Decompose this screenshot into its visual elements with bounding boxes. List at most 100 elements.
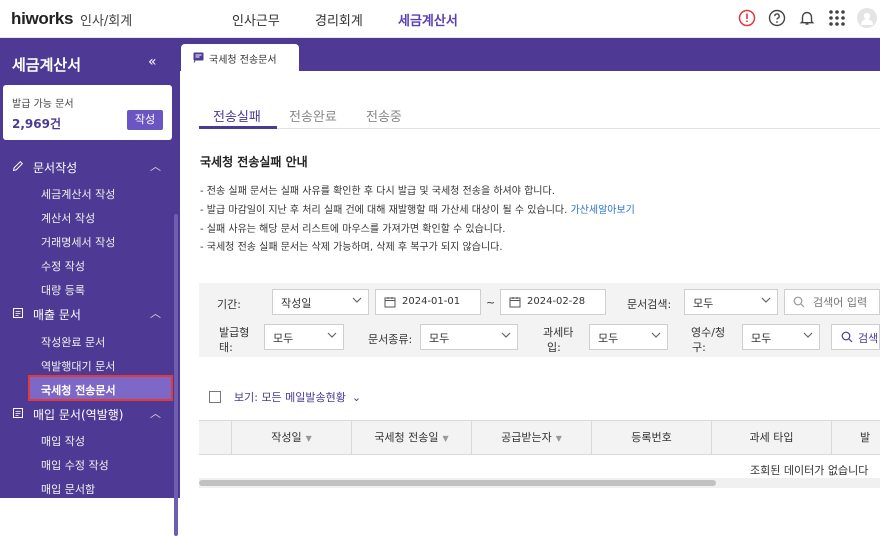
issuable-docs-count: 2,969건 xyxy=(12,117,61,131)
penalty-tax-link[interactable]: 가산세알아보기 xyxy=(570,205,634,216)
column-header-label: 등록번호 xyxy=(631,431,672,444)
search-icon xyxy=(793,296,805,308)
period-type-select[interactable]: 작성일 xyxy=(272,289,369,315)
view-selector[interactable]: 보기: 모든 메일발송현황 ⌄ xyxy=(234,389,361,405)
sidebar-item-nts-sent-docs[interactable]: 국세청 전송문서 xyxy=(28,375,173,401)
sidebar-item-tax-invoice-write[interactable]: 세금계산서 작성 xyxy=(41,186,115,202)
guide-title: 국세청 전송실패 안내 xyxy=(200,155,308,169)
chevron-down-icon xyxy=(327,332,337,338)
logo[interactable]: hiworks xyxy=(11,9,73,29)
search-button-label: 검색 xyxy=(858,332,879,345)
sidebar-title: 세금계산서 xyxy=(12,56,82,74)
document-icon xyxy=(13,408,23,418)
issue-type-label: 발급형 xyxy=(219,326,250,339)
guide-line: - 전송 실패 문서는 실패 사유를 확인한 후 다시 발급 및 국세청 전송을… xyxy=(200,186,555,197)
page-tab-label: 국세청 전송문서 xyxy=(209,55,277,66)
nav-item-hr[interactable]: 인사근무 xyxy=(232,10,280,29)
issuable-docs-label: 발급 가능 문서 xyxy=(12,99,74,110)
tab-send-complete[interactable]: 전송완료 xyxy=(289,106,337,125)
chevron-down-icon: ⌄ xyxy=(351,391,362,404)
write-button[interactable]: 작성 xyxy=(127,110,163,130)
avatar[interactable] xyxy=(857,8,877,28)
chevron-up-icon: ︿ xyxy=(150,307,161,320)
empty-table-message: 조회된 데이터가 없습니다 xyxy=(750,464,869,477)
nav-item-tax-invoice[interactable]: 세금계산서 xyxy=(398,10,458,29)
column-header-label: 작성일 xyxy=(271,431,302,444)
sidebar-item-statement-write[interactable]: 거래명세서 작성 xyxy=(41,234,115,250)
bell-icon[interactable] xyxy=(798,9,816,27)
search-icon xyxy=(841,331,853,343)
nav-item-accounting[interactable]: 경리회계 xyxy=(315,10,363,29)
horizontal-scrollbar[interactable] xyxy=(199,478,880,488)
doc-search-select[interactable]: 모두 xyxy=(684,289,778,315)
doc-kind-select[interactable]: 모두 xyxy=(420,324,518,350)
column-header-issue: 발 xyxy=(831,421,880,454)
apps-grid-icon[interactable] xyxy=(828,9,846,27)
sidebar-item-bulk-register[interactable]: 대량 등록 xyxy=(41,282,85,298)
page-tab-nts-sent-docs[interactable]: 국세청 전송문서 xyxy=(181,44,299,71)
date-separator: ~ xyxy=(486,296,496,309)
view-selector-label: 보기: 모든 메일발송현황 xyxy=(234,391,346,404)
receipt-label-2: 구: xyxy=(692,341,706,354)
doc-search-value: 모두 xyxy=(693,297,714,310)
scrollbar-thumb[interactable] xyxy=(199,480,716,486)
sidebar-item-purchase-write[interactable]: 매입 작성 xyxy=(41,433,85,449)
chevron-down-icon xyxy=(803,332,813,338)
document-icon xyxy=(193,52,204,63)
sidebar-section-write[interactable]: 문서작성 ︿ xyxy=(0,156,180,178)
search-button[interactable]: 검색 xyxy=(831,324,880,350)
issue-type-label-2: 태: xyxy=(219,341,233,354)
chevron-up-icon: ︿ xyxy=(150,160,161,173)
column-header-nts-sent-date[interactable]: 국세청 전송일 ▼ xyxy=(351,421,471,454)
calendar-icon xyxy=(509,297,521,308)
chevron-down-icon xyxy=(352,297,362,303)
issue-type-value: 모두 xyxy=(273,332,294,345)
column-header-reg-number: 등록번호 xyxy=(591,421,711,454)
sidebar-section-label: 매입 문서(역발행) xyxy=(33,408,124,422)
sidebar-item-completed-docs[interactable]: 작성완료 문서 xyxy=(41,334,105,350)
pencil-icon xyxy=(12,160,24,172)
column-header-label: 국세청 전송일 xyxy=(374,431,439,444)
sidebar-item-invoice-write[interactable]: 계산서 작성 xyxy=(41,210,95,226)
active-tab-indicator xyxy=(199,126,277,129)
chevron-down-icon xyxy=(501,332,511,338)
alert-icon[interactable] xyxy=(738,9,756,27)
tax-type-label-2: 입: xyxy=(547,341,561,354)
sidebar-section-label: 매출 문서 xyxy=(33,308,81,322)
receipt-select[interactable]: 모두 xyxy=(742,324,820,350)
tax-type-select[interactable]: 모두 xyxy=(589,324,668,350)
sidebar-section-sales[interactable]: 매출 문서 ︿ xyxy=(0,303,180,325)
column-header-tax-type: 과세 타입 xyxy=(711,421,831,454)
sidebar-item-purchase-modify[interactable]: 매입 수정 작성 xyxy=(41,457,109,473)
tax-type-value: 모두 xyxy=(598,332,619,345)
sort-down-icon: ▼ xyxy=(305,434,312,443)
search-input[interactable] xyxy=(813,294,879,310)
sidebar: 세금계산서 « 발급 가능 문서 2,969건 작성 문서작성 ︿ 세금계산서 … xyxy=(0,38,180,536)
doc-kind-label: 문서종류: xyxy=(368,333,413,346)
tab-send-failed[interactable]: 전송실패 xyxy=(213,106,261,125)
issuable-docs-card: 발급 가능 문서 2,969건 작성 xyxy=(3,85,172,140)
tax-type-label: 과세타 xyxy=(543,326,574,339)
guide-line: - 발급 마감일이 지난 후 처리 실패 건에 대해 재발행할 때 가산세 대상… xyxy=(200,201,635,216)
sidebar-item-reverse-pending[interactable]: 역발행대기 문서 xyxy=(41,358,115,374)
column-header-label: 발 xyxy=(860,431,871,444)
sidebar-scrollbar[interactable] xyxy=(174,214,178,536)
sidebar-item-label: 국세청 전송문서 xyxy=(41,384,116,397)
doc-kind-value: 모두 xyxy=(429,332,450,345)
select-all-checkbox[interactable] xyxy=(209,391,221,403)
sidebar-item-modify-write[interactable]: 수정 작성 xyxy=(41,258,85,274)
column-header-created-date[interactable]: 작성일 ▼ xyxy=(231,421,351,454)
sidebar-item-purchase-box[interactable]: 매입 문서함 xyxy=(41,481,95,497)
date-from-input[interactable]: 2024-01-01 xyxy=(375,289,481,315)
guide-line: - 국세청 전송 실패 문서는 삭제 가능하며, 삭제 후 복구가 되지 않습니… xyxy=(200,242,503,253)
tab-sending[interactable]: 전송중 xyxy=(366,106,402,125)
date-to-input[interactable]: 2024-02-28 xyxy=(500,289,606,315)
chevron-down-icon xyxy=(651,332,661,338)
receipt-label: 영수/청 xyxy=(691,326,726,339)
collapse-icon[interactable]: « xyxy=(148,54,157,70)
help-icon[interactable] xyxy=(768,9,786,27)
sidebar-section-purchase[interactable]: 매입 문서(역발행) ︿ xyxy=(0,403,180,425)
issue-type-select[interactable]: 모두 xyxy=(264,324,344,350)
search-input-box[interactable] xyxy=(784,289,880,315)
column-header-recipient[interactable]: 공급받는자 ▼ xyxy=(471,421,591,454)
